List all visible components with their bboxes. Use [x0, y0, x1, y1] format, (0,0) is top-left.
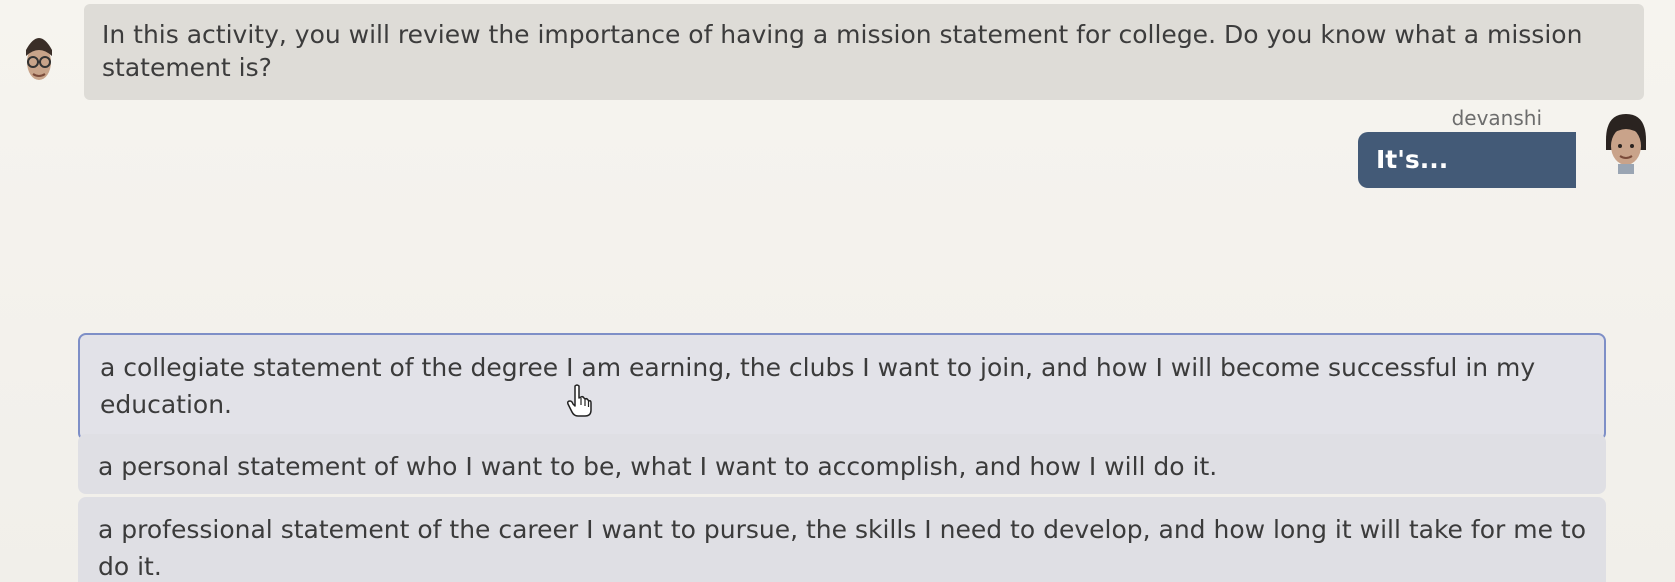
answer-option-professional[interactable]: a professional statement of the career I…: [78, 497, 1606, 582]
user-reply-bubble: It's...: [1358, 132, 1576, 188]
girl-character-icon: [1606, 114, 1646, 174]
answer-option-collegiate[interactable]: a collegiate statement of the degree I a…: [78, 333, 1606, 441]
glasses-character-icon: [26, 38, 52, 80]
chat-activity-screen: In this activity, you will review the im…: [0, 0, 1675, 582]
answer-option-personal[interactable]: a personal statement of who I want to be…: [78, 434, 1606, 494]
user-name-label: devanshi: [1451, 106, 1542, 130]
hand-pointer-icon: [567, 384, 592, 417]
prompt-message: In this activity, you will review the im…: [84, 4, 1644, 100]
